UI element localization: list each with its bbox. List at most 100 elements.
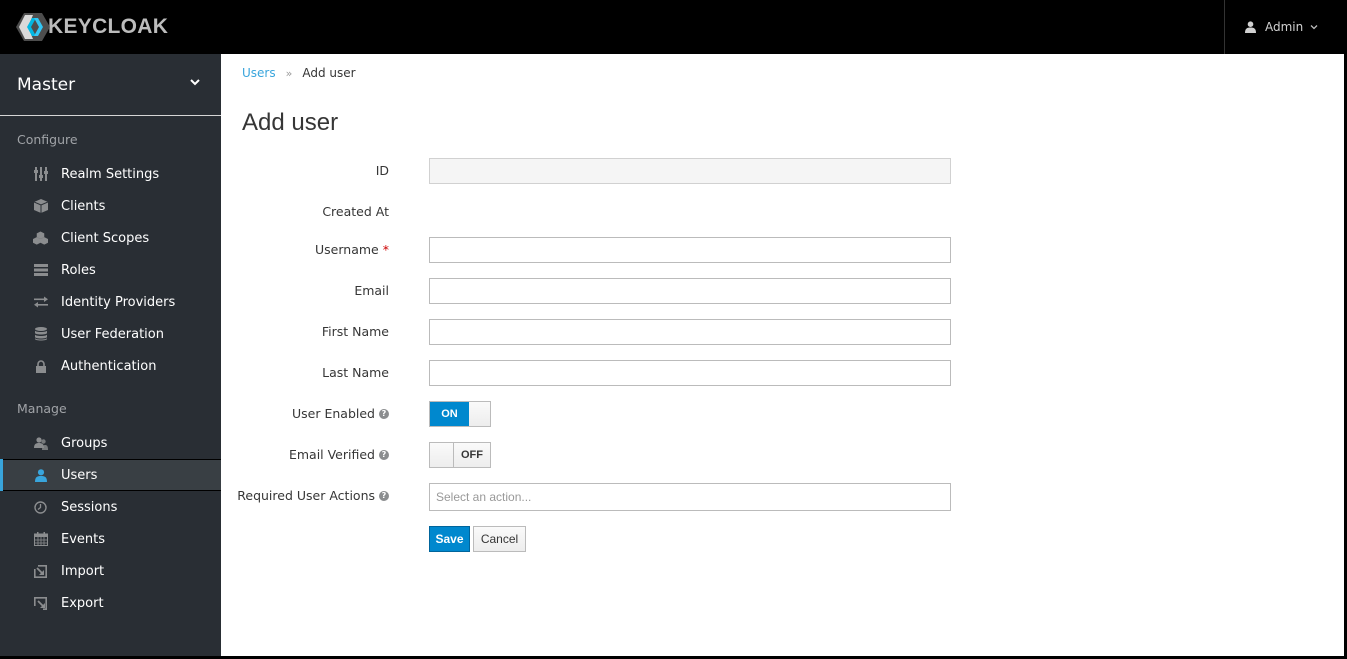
cancel-button[interactable]: Cancel [473,526,526,552]
help-icon[interactable]: ? [379,490,389,501]
username-field[interactable] [429,237,951,263]
form-row-email: Email [221,278,981,304]
realm-name: Master [17,74,76,95]
sidebar-item-authentication[interactable]: Authentication [0,350,221,382]
sidebar-item-roles[interactable]: Roles [0,254,221,286]
email-verified-toggle[interactable]: OFF [429,442,491,468]
realm-selector[interactable]: Master [0,54,221,116]
sidebar-item-import[interactable]: Import [0,555,221,587]
sidebar-item-label: Import [61,563,105,579]
sidebar-item-client-scopes[interactable]: Client Scopes [0,222,221,254]
form-row-first-name: First Name [221,319,981,345]
form-row-username: Username * [221,237,981,263]
sidebar-item-label: Roles [61,262,96,278]
sidebar-item-label: Users [61,467,98,483]
section-title-manage: Manage [17,401,67,416]
sidebar-item-groups[interactable]: Groups [0,427,221,459]
breadcrumb: Users » Add user [242,66,356,80]
sidebar-item-sessions[interactable]: Sessions [0,491,221,523]
email-label: Email [354,283,389,298]
username-label: Username * [315,242,389,257]
required-actions-select[interactable] [429,483,951,511]
brand-name: KEYCLOAK [48,15,169,38]
chevron-down-icon [190,79,200,86]
sidebar-item-label: Realm Settings [61,166,160,182]
sidebar-item-user-federation[interactable]: User Federation [0,318,221,350]
id-field[interactable] [429,158,951,184]
form-row-last-name: Last Name [221,360,981,386]
manage-nav: Groups Users Sessions Events Import Expo… [0,427,221,619]
email-label-text: Email [354,283,389,298]
sidebar-item-realm-settings[interactable]: Realm Settings [0,158,221,190]
sidebar-item-label: Client Scopes [61,230,150,246]
sidebar-item-label: Sessions [61,499,118,515]
user-icon [1245,21,1256,33]
email-verified-label-text: Email Verified [288,447,375,462]
clock-icon [33,500,48,515]
server-icon [33,263,48,278]
last-name-field[interactable] [429,360,951,386]
sidebar-item-label: Groups [61,435,108,451]
form-row-id: ID [221,158,981,184]
section-title-configure: Configure [17,132,78,147]
first-name-label: First Name [322,324,389,339]
user-icon [33,468,48,483]
form-row-email-verified: Email Verified ? OFF [221,442,981,468]
sidebar-item-export[interactable]: Export [0,587,221,619]
exchange-icon [33,295,48,310]
sidebar: Master Configure Realm Settings Clients [0,54,221,656]
user-enabled-label: User Enabled ? [292,406,389,421]
keycloak-logo-icon [16,13,50,41]
toggle-knob [430,443,453,467]
form-actions: Save Cancel [221,526,981,552]
toggle-on-label: ON [430,402,469,426]
sliders-icon [33,167,48,182]
breadcrumb-separator: » [285,66,293,80]
users-icon [33,436,48,451]
sidebar-item-label: Clients [61,198,106,214]
sidebar-item-label: Export [61,595,104,611]
cube-icon [33,199,48,214]
main-content: Users » Add user Add user ID Created At … [221,54,1344,656]
required-actions-label-text: Required User Actions [237,488,375,503]
id-label: ID [376,163,389,178]
page-title: Add user [242,109,339,136]
brand-logo-link[interactable]: KEYCLOAK [16,11,168,43]
last-name-label: Last Name [322,365,389,380]
sidebar-item-label: Events [61,531,106,547]
calendar-icon [33,532,48,547]
app-window: KEYCLOAK Admin Master Configure Realm Se… [0,0,1344,656]
form-row-user-enabled: User Enabled ? ON [221,401,981,427]
sidebar-item-users[interactable]: Users [0,459,221,491]
first-name-field[interactable] [429,319,951,345]
sidebar-item-identity-providers[interactable]: Identity Providers [0,286,221,318]
user-enabled-label-text: User Enabled [292,406,375,421]
email-verified-label: Email Verified ? [289,447,389,462]
sidebar-item-label: Authentication [61,358,157,374]
breadcrumb-users-link[interactable]: Users [242,66,276,80]
save-button[interactable]: Save [429,526,470,552]
sidebar-item-label: User Federation [61,326,164,342]
database-icon [33,327,48,342]
user-menu-dropdown[interactable]: Admin [1224,0,1344,54]
help-icon[interactable]: ? [379,449,389,460]
last-name-label-text: Last Name [322,365,389,380]
breadcrumb-current: Add user [302,66,356,80]
id-label-text: ID [375,163,389,178]
form-row-required-actions: Required User Actions ? [221,483,981,511]
chevron-down-icon [1310,25,1318,30]
toggle-off-label: OFF [453,443,490,467]
user-enabled-toggle[interactable]: ON [429,401,491,427]
user-menu-label: Admin [1265,20,1304,34]
first-name-label-text: First Name [321,324,389,339]
configure-nav: Realm Settings Clients Client Scopes Rol… [0,158,221,382]
email-field[interactable] [429,278,951,304]
export-icon [33,596,48,611]
import-icon [33,564,48,579]
username-label-text: Username [315,242,379,257]
sidebar-item-clients[interactable]: Clients [0,190,221,222]
created-at-label-text: Created At [322,204,389,219]
help-icon[interactable]: ? [379,408,389,419]
toggle-knob [469,402,490,426]
sidebar-item-events[interactable]: Events [0,523,221,555]
